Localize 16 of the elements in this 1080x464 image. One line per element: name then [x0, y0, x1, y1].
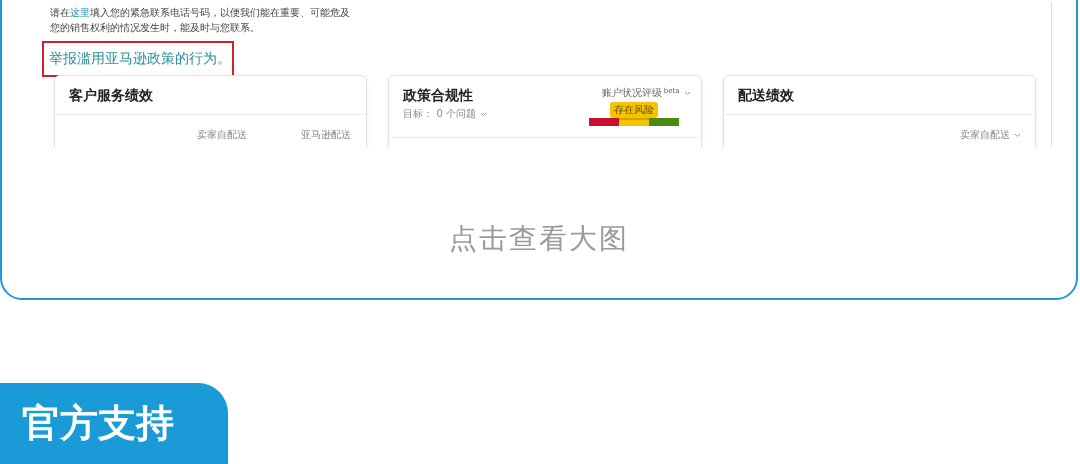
chevron-icon — [1014, 132, 1021, 138]
card-title: 政策合规性 — [403, 86, 474, 105]
column-header: 亚马逊配送 — [301, 128, 351, 142]
here-link[interactable]: 这里 — [70, 7, 90, 18]
status-badge: 存在风险 — [610, 102, 659, 118]
column-header: 卖家自配送 — [197, 128, 247, 142]
chevron-icon — [480, 111, 488, 117]
filter-dropdown[interactable]: 卖家自配送 — [960, 127, 1021, 142]
caption[interactable]: 点击查看大图 — [2, 218, 1076, 260]
rating-dropdown[interactable]: 账户状况评级 $^{beta}$ — [601, 85, 691, 100]
target-dropdown[interactable]: 目标： 0 个问题 — [403, 106, 488, 121]
notice-text: 请在这里填入您的紧急联系电话号码，以便我们能在重要、可能危及 您的销售权利的情况发生时，能及时与您联系。 — [50, 6, 350, 35]
report-link[interactable]: 举报滥用亚马逊政策的行为。 — [49, 48, 231, 69]
card-title: 配送绩效 — [737, 86, 794, 105]
card-title: 客户服务绩效 — [69, 86, 153, 105]
chevron-icon — [683, 90, 691, 96]
